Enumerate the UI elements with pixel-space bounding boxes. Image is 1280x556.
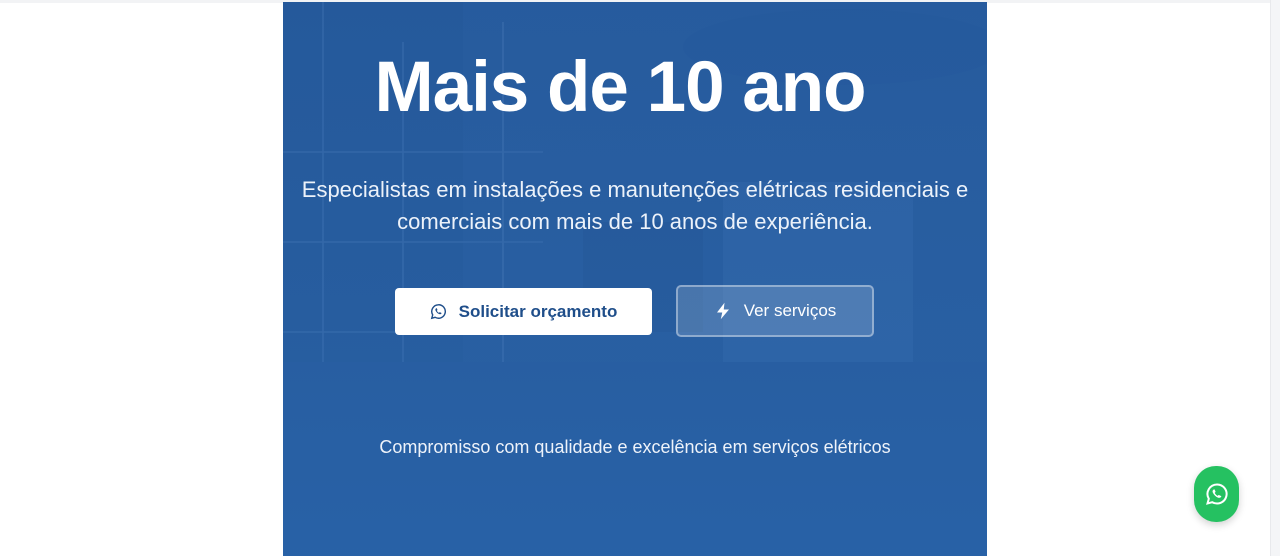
request-quote-button[interactable]: Solicitar orçamento [395,288,652,335]
floating-whatsapp-button[interactable] [1194,466,1239,522]
whatsapp-icon [430,303,447,320]
hero-title: Mais de 10 ano [374,48,866,127]
view-services-label: Ver serviços [743,301,837,320]
lightning-icon [714,301,732,321]
request-quote-label: Solicitar orçamento [458,301,618,321]
view-services-button[interactable]: Ver serviços [676,285,874,337]
whatsapp-icon [1205,482,1229,506]
page-scrollbar[interactable] [1270,0,1280,556]
hero-tagline: Compromisso com qualidade e excelência e… [379,437,891,457]
hero-subtitle: Especialistas em instalações e manutençõ… [301,177,969,234]
hero-section: Mais de 10 ano Especialistas em instalaç… [283,2,987,556]
